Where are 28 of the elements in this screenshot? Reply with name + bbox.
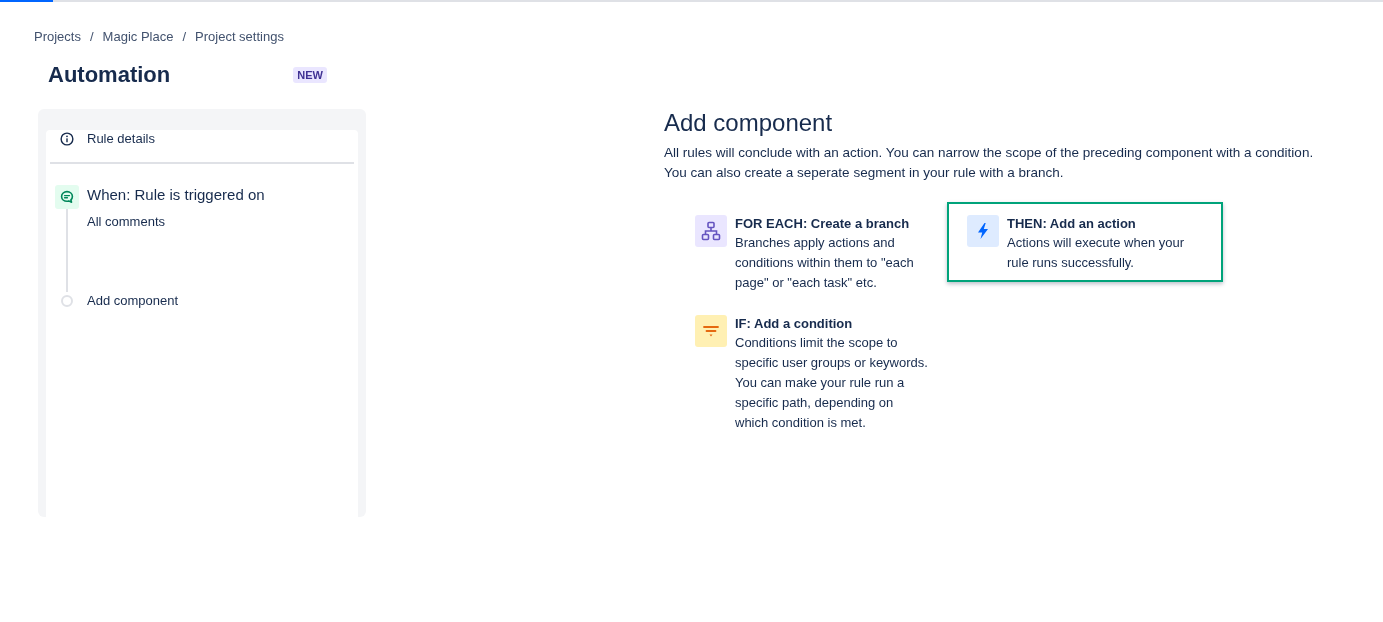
hierarchy-icon bbox=[695, 215, 727, 247]
option-description: Branches apply actions and conditions within them to "each page" or "each task" etc. bbox=[735, 234, 915, 292]
new-badge: NEW bbox=[293, 67, 327, 83]
component-option[interactable]: FOR EACH: Create a branch Branches apply actions and conditions within them to "each page" or "each task" etc. bbox=[675, 202, 947, 302]
option-description: Conditions limit the scope to specific user groups or keywords. You can make your rule run a specific path, depending on which condition is met. bbox=[735, 334, 929, 432]
option-title: FOR EACH: Create a branch bbox=[735, 215, 911, 233]
breadcrumb-separator: / bbox=[182, 28, 187, 46]
component-option[interactable]: IF: Add a condition Conditions limit the scope to specific user groups or keywords. You can make your rule run a specific path, depending on which condition is met. bbox=[675, 302, 947, 442]
option-title: THEN: Add an action bbox=[1007, 215, 1137, 233]
add-component-step: Add component bbox=[87, 292, 179, 310]
breadcrumb-link[interactable]: Magic Place bbox=[102, 28, 174, 46]
speech-bubble-icon bbox=[55, 185, 79, 209]
breadcrumb-link[interactable]: Project settings bbox=[195, 28, 284, 46]
info-icon bbox=[60, 132, 74, 146]
trigger-subtitle: All comments bbox=[87, 213, 167, 231]
rule-details-button[interactable]: Rule details bbox=[60, 130, 155, 148]
option-title: IF: Add a condition bbox=[735, 315, 854, 333]
section-title: Add component bbox=[664, 108, 834, 138]
filter-icon bbox=[695, 315, 727, 347]
trigger-title: When: Rule is triggered on bbox=[87, 185, 265, 205]
timeline-dot-icon bbox=[61, 295, 73, 307]
section-description: All rules will conclude with an action. You can narrow the scope of the preceding component with a condition. You can also create a seperate segment in your rule with a branch. bbox=[664, 144, 1315, 182]
breadcrumb-link[interactable]: Projects bbox=[34, 28, 81, 46]
breadcrumb-separator: / bbox=[89, 28, 94, 46]
component-option[interactable]: THEN: Add an action Actions will execute when your rule runs successfully. bbox=[947, 202, 1223, 282]
option-description: Actions will execute when your rule runs successfully. bbox=[1007, 234, 1186, 272]
page-title: Automation bbox=[48, 61, 171, 89]
lightning-icon bbox=[967, 215, 999, 247]
